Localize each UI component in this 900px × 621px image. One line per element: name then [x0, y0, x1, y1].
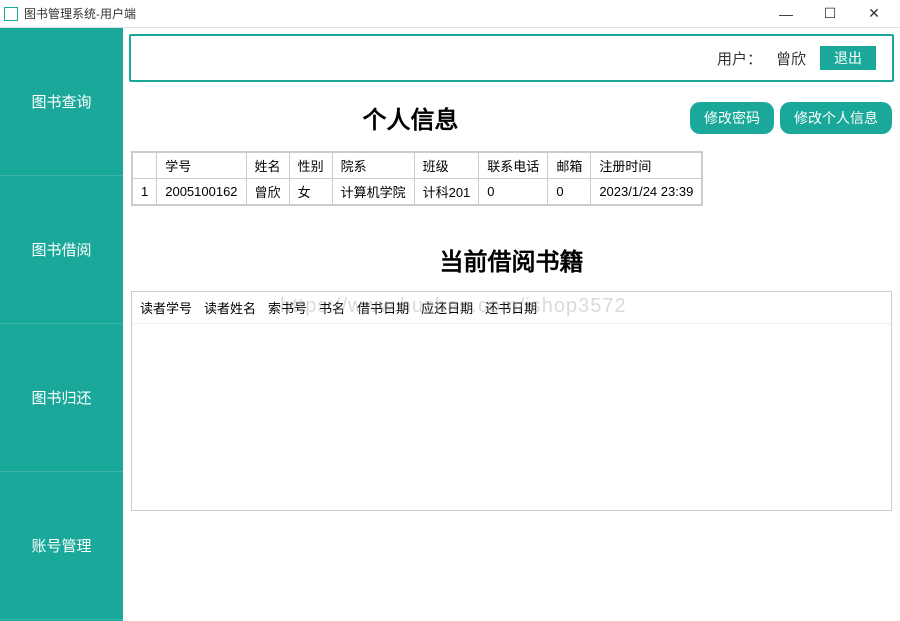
header-bar: 用户： 曾欣 退出 [129, 34, 894, 82]
user-name: 曾欣 [776, 48, 806, 69]
sidebar-item-book-query[interactable]: 图书查询 [0, 28, 123, 176]
col-due-date: 应还日期 [421, 298, 473, 317]
cell-gender: 女 [289, 179, 332, 205]
col-class: 班级 [414, 153, 479, 179]
personal-info-header-row: 个人信息 修改密码 修改个人信息 [131, 100, 892, 135]
cell-rownum: 1 [133, 179, 157, 205]
cell-class: 计科201 [414, 179, 479, 205]
cell-phone: 0 [479, 179, 548, 205]
sidebar-item-label: 图书查询 [31, 91, 91, 112]
window-controls: — ☐ ✕ [764, 0, 896, 28]
current-borrow-title: 当前借阅书籍 [123, 242, 900, 277]
borrow-table-header: 读者学号 读者姓名 索书号 书名 借书日期 应还日期 还书日期 [132, 292, 891, 324]
cell-name: 曾欣 [246, 179, 289, 205]
col-book-no: 索书号 [268, 298, 307, 317]
sidebar-item-book-borrow[interactable]: 图书借阅 [0, 176, 123, 324]
sidebar: 图书查询 图书借阅 图书归还 账号管理 [0, 28, 123, 621]
app-body: 图书查询 图书借阅 图书归还 账号管理 用户： 曾欣 退出 个人信息 修改密码 … [0, 28, 900, 621]
app-icon [4, 7, 18, 21]
col-rownum [133, 153, 157, 179]
close-button[interactable]: ✕ [852, 0, 896, 28]
sidebar-item-book-return[interactable]: 图书归还 [0, 324, 123, 472]
personal-info-table-wrap: 学号 姓名 性别 院系 班级 联系电话 邮箱 注册时间 1 2005100162… [131, 151, 703, 206]
main-content: 用户： 曾欣 退出 个人信息 修改密码 修改个人信息 学号 姓名 性别 院系 班… [123, 28, 900, 621]
maximize-button[interactable]: ☐ [808, 0, 852, 28]
titlebar: 图书管理系统-用户端 — ☐ ✕ [0, 0, 900, 28]
personal-info-table: 学号 姓名 性别 院系 班级 联系电话 邮箱 注册时间 1 2005100162… [132, 152, 702, 205]
sidebar-item-label: 图书借阅 [31, 239, 91, 260]
col-gender: 性别 [289, 153, 332, 179]
sidebar-item-label: 账号管理 [31, 535, 91, 556]
table-row[interactable]: 1 2005100162 曾欣 女 计算机学院 计科201 0 0 2023/1… [133, 179, 702, 205]
edit-personal-info-button[interactable]: 修改个人信息 [780, 102, 892, 134]
cell-regtime: 2023/1/24 23:39 [591, 179, 702, 205]
personal-action-buttons: 修改密码 修改个人信息 [690, 102, 892, 134]
logout-button[interactable]: 退出 [820, 46, 876, 70]
col-email: 邮箱 [548, 153, 591, 179]
col-dept: 院系 [332, 153, 414, 179]
minimize-button[interactable]: — [764, 0, 808, 28]
sidebar-item-label: 图书归还 [31, 387, 91, 408]
borrow-table-box: 读者学号 读者姓名 索书号 书名 借书日期 应还日期 还书日期 [131, 291, 892, 511]
table-header-row: 学号 姓名 性别 院系 班级 联系电话 邮箱 注册时间 [133, 153, 702, 179]
col-reader-id: 读者学号 [140, 298, 192, 317]
col-id: 学号 [157, 153, 246, 179]
col-regtime: 注册时间 [591, 153, 702, 179]
sidebar-item-account-manage[interactable]: 账号管理 [0, 472, 123, 620]
col-book-name: 书名 [319, 298, 345, 317]
col-phone: 联系电话 [479, 153, 548, 179]
cell-email: 0 [548, 179, 591, 205]
user-label: 用户： [717, 48, 762, 69]
cell-dept: 计算机学院 [332, 179, 414, 205]
col-reader-name: 读者姓名 [204, 298, 256, 317]
change-password-button[interactable]: 修改密码 [690, 102, 774, 134]
col-return-date: 还书日期 [485, 298, 537, 317]
personal-info-title: 个人信息 [131, 100, 690, 135]
col-name: 姓名 [246, 153, 289, 179]
window-title: 图书管理系统-用户端 [24, 5, 764, 22]
col-borrow-date: 借书日期 [357, 298, 409, 317]
cell-id: 2005100162 [157, 179, 246, 205]
